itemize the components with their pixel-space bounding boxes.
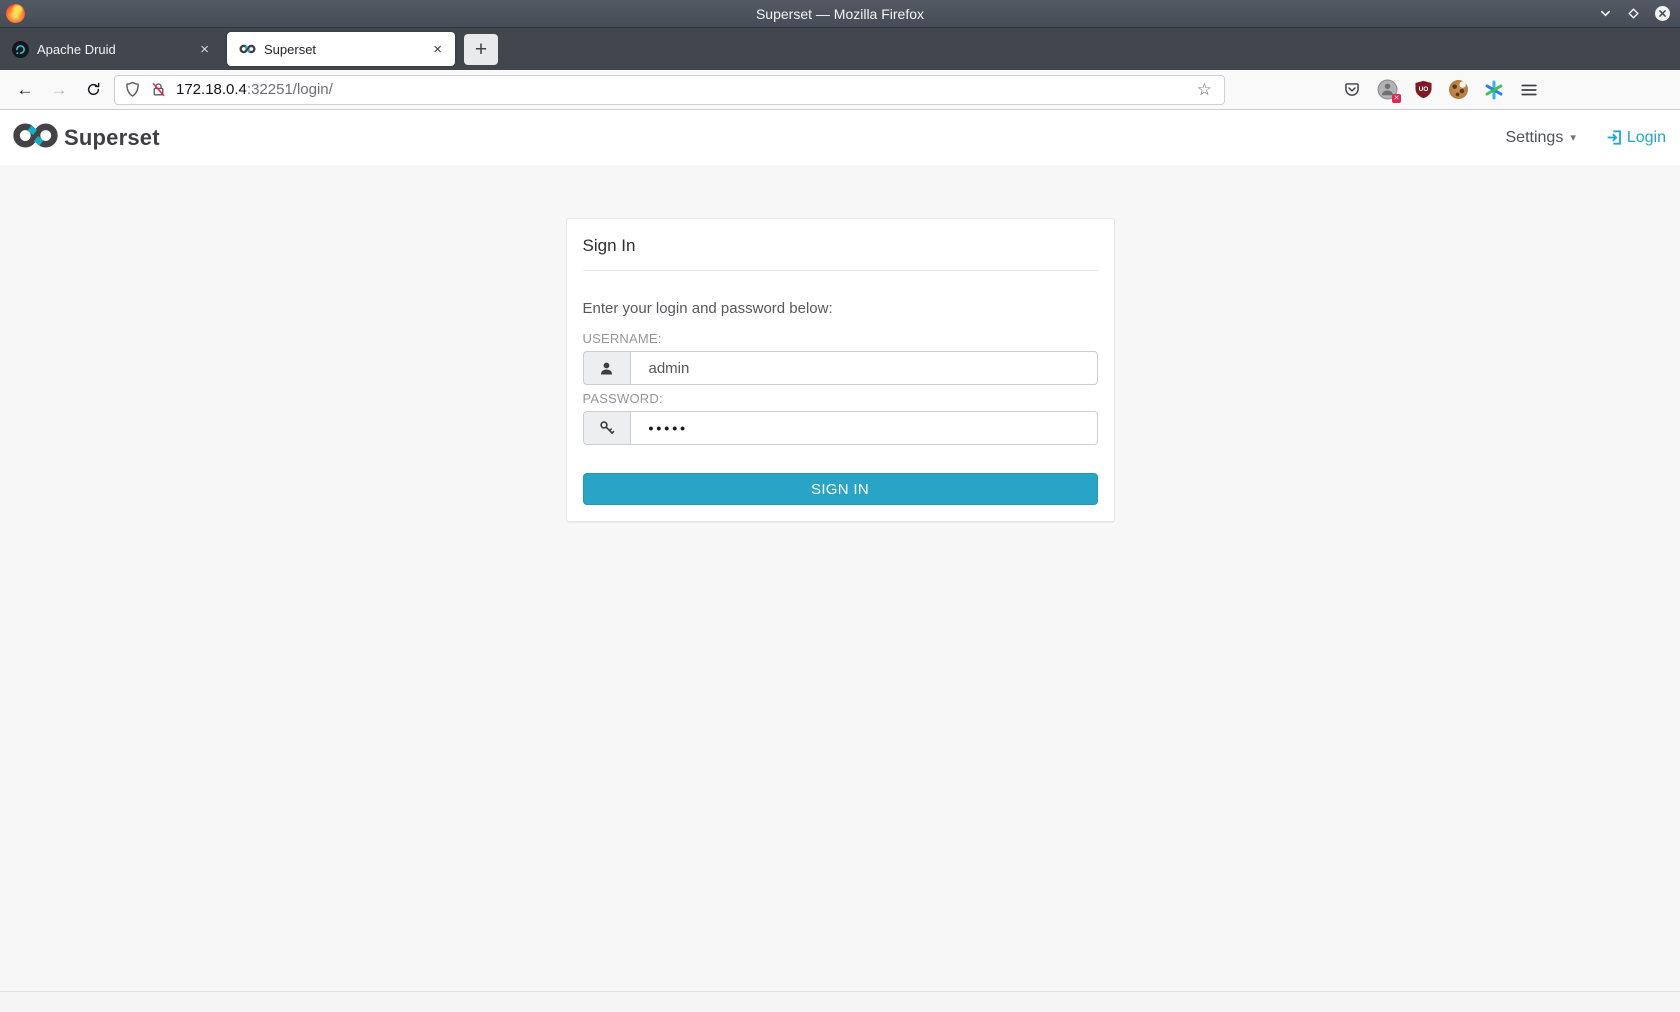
tab-title: Superset xyxy=(264,42,428,57)
window-titlebar: Superset — Mozilla Firefox xyxy=(0,0,1680,28)
sign-in-title: Sign In xyxy=(583,236,1098,271)
tab-apache-druid[interactable]: Apache Druid × xyxy=(0,28,222,70)
ublock-shield-icon[interactable]: UO xyxy=(1414,80,1433,99)
container-extension-icon[interactable]: ✕ xyxy=(1377,79,1398,100)
url-text: 172.18.0.4:32251/login/ xyxy=(176,81,1193,98)
password-label: PASSWORD: xyxy=(583,391,1098,406)
menu-hamburger-icon[interactable] xyxy=(1520,81,1538,99)
superset-brand[interactable]: Superset xyxy=(12,121,160,155)
insecure-lock-icon[interactable] xyxy=(150,81,167,98)
browser-toolbar: ← → 172.18.0.4:32251/login/ ☆ ✕ UO xyxy=(0,70,1680,110)
url-host: 172.18.0.4 xyxy=(176,81,247,98)
firefox-icon xyxy=(6,4,25,23)
window-title: Superset — Mozilla Firefox xyxy=(756,6,924,22)
settings-label: Settings xyxy=(1506,129,1564,147)
forward-button[interactable]: → xyxy=(42,75,76,105)
user-icon xyxy=(599,361,614,376)
password-addon xyxy=(583,411,630,445)
sign-in-card: Sign In Enter your login and password be… xyxy=(566,218,1115,522)
username-input[interactable] xyxy=(630,351,1098,385)
tracking-shield-icon[interactable] xyxy=(124,81,141,98)
sparkle-extension-icon[interactable] xyxy=(1484,80,1504,100)
cookie-extension-icon[interactable] xyxy=(1449,80,1468,99)
sign-in-subtitle: Enter your login and password below: xyxy=(583,300,1098,317)
sign-in-icon xyxy=(1606,129,1623,146)
brand-name: Superset xyxy=(64,125,160,151)
back-button[interactable]: ← xyxy=(8,75,42,105)
superset-logo-icon xyxy=(12,121,59,155)
page-content: Sign In Enter your login and password be… xyxy=(0,165,1680,1012)
druid-favicon-icon xyxy=(12,41,29,58)
settings-menu[interactable]: Settings ▾ xyxy=(1506,129,1576,147)
reload-button[interactable] xyxy=(76,75,110,105)
sign-in-button[interactable]: SIGN IN xyxy=(583,473,1098,505)
pocket-icon[interactable] xyxy=(1343,81,1361,99)
superset-favicon-icon xyxy=(239,41,256,58)
login-label: Login xyxy=(1627,129,1666,147)
new-tab-button[interactable]: + xyxy=(464,34,498,65)
tab-close-icon[interactable]: × xyxy=(428,40,447,59)
login-link[interactable]: Login xyxy=(1606,129,1666,147)
window-minimize-button[interactable] xyxy=(1599,7,1612,20)
page-footer xyxy=(0,991,1680,1012)
superset-navbar: Superset Settings ▾ Login xyxy=(0,110,1680,165)
tab-superset[interactable]: Superset × xyxy=(227,32,455,66)
url-bar[interactable]: 172.18.0.4:32251/login/ ☆ xyxy=(114,75,1225,105)
window-maximize-button[interactable] xyxy=(1627,7,1640,20)
tab-strip: Apache Druid × Superset × + xyxy=(0,28,1680,70)
tab-title: Apache Druid xyxy=(37,42,195,57)
tab-close-icon[interactable]: × xyxy=(195,40,214,59)
ublock-letters: UO xyxy=(1419,86,1429,93)
bookmark-star-icon[interactable]: ☆ xyxy=(1193,78,1216,102)
username-addon xyxy=(583,351,630,385)
url-path: :32251/login/ xyxy=(247,81,333,98)
window-close-button[interactable] xyxy=(1655,6,1670,21)
username-label: USERNAME: xyxy=(583,331,1098,346)
key-icon xyxy=(599,420,615,436)
password-input[interactable] xyxy=(630,411,1098,445)
extension-disabled-badge: ✕ xyxy=(1392,94,1401,103)
chevron-down-icon: ▾ xyxy=(1570,131,1576,144)
